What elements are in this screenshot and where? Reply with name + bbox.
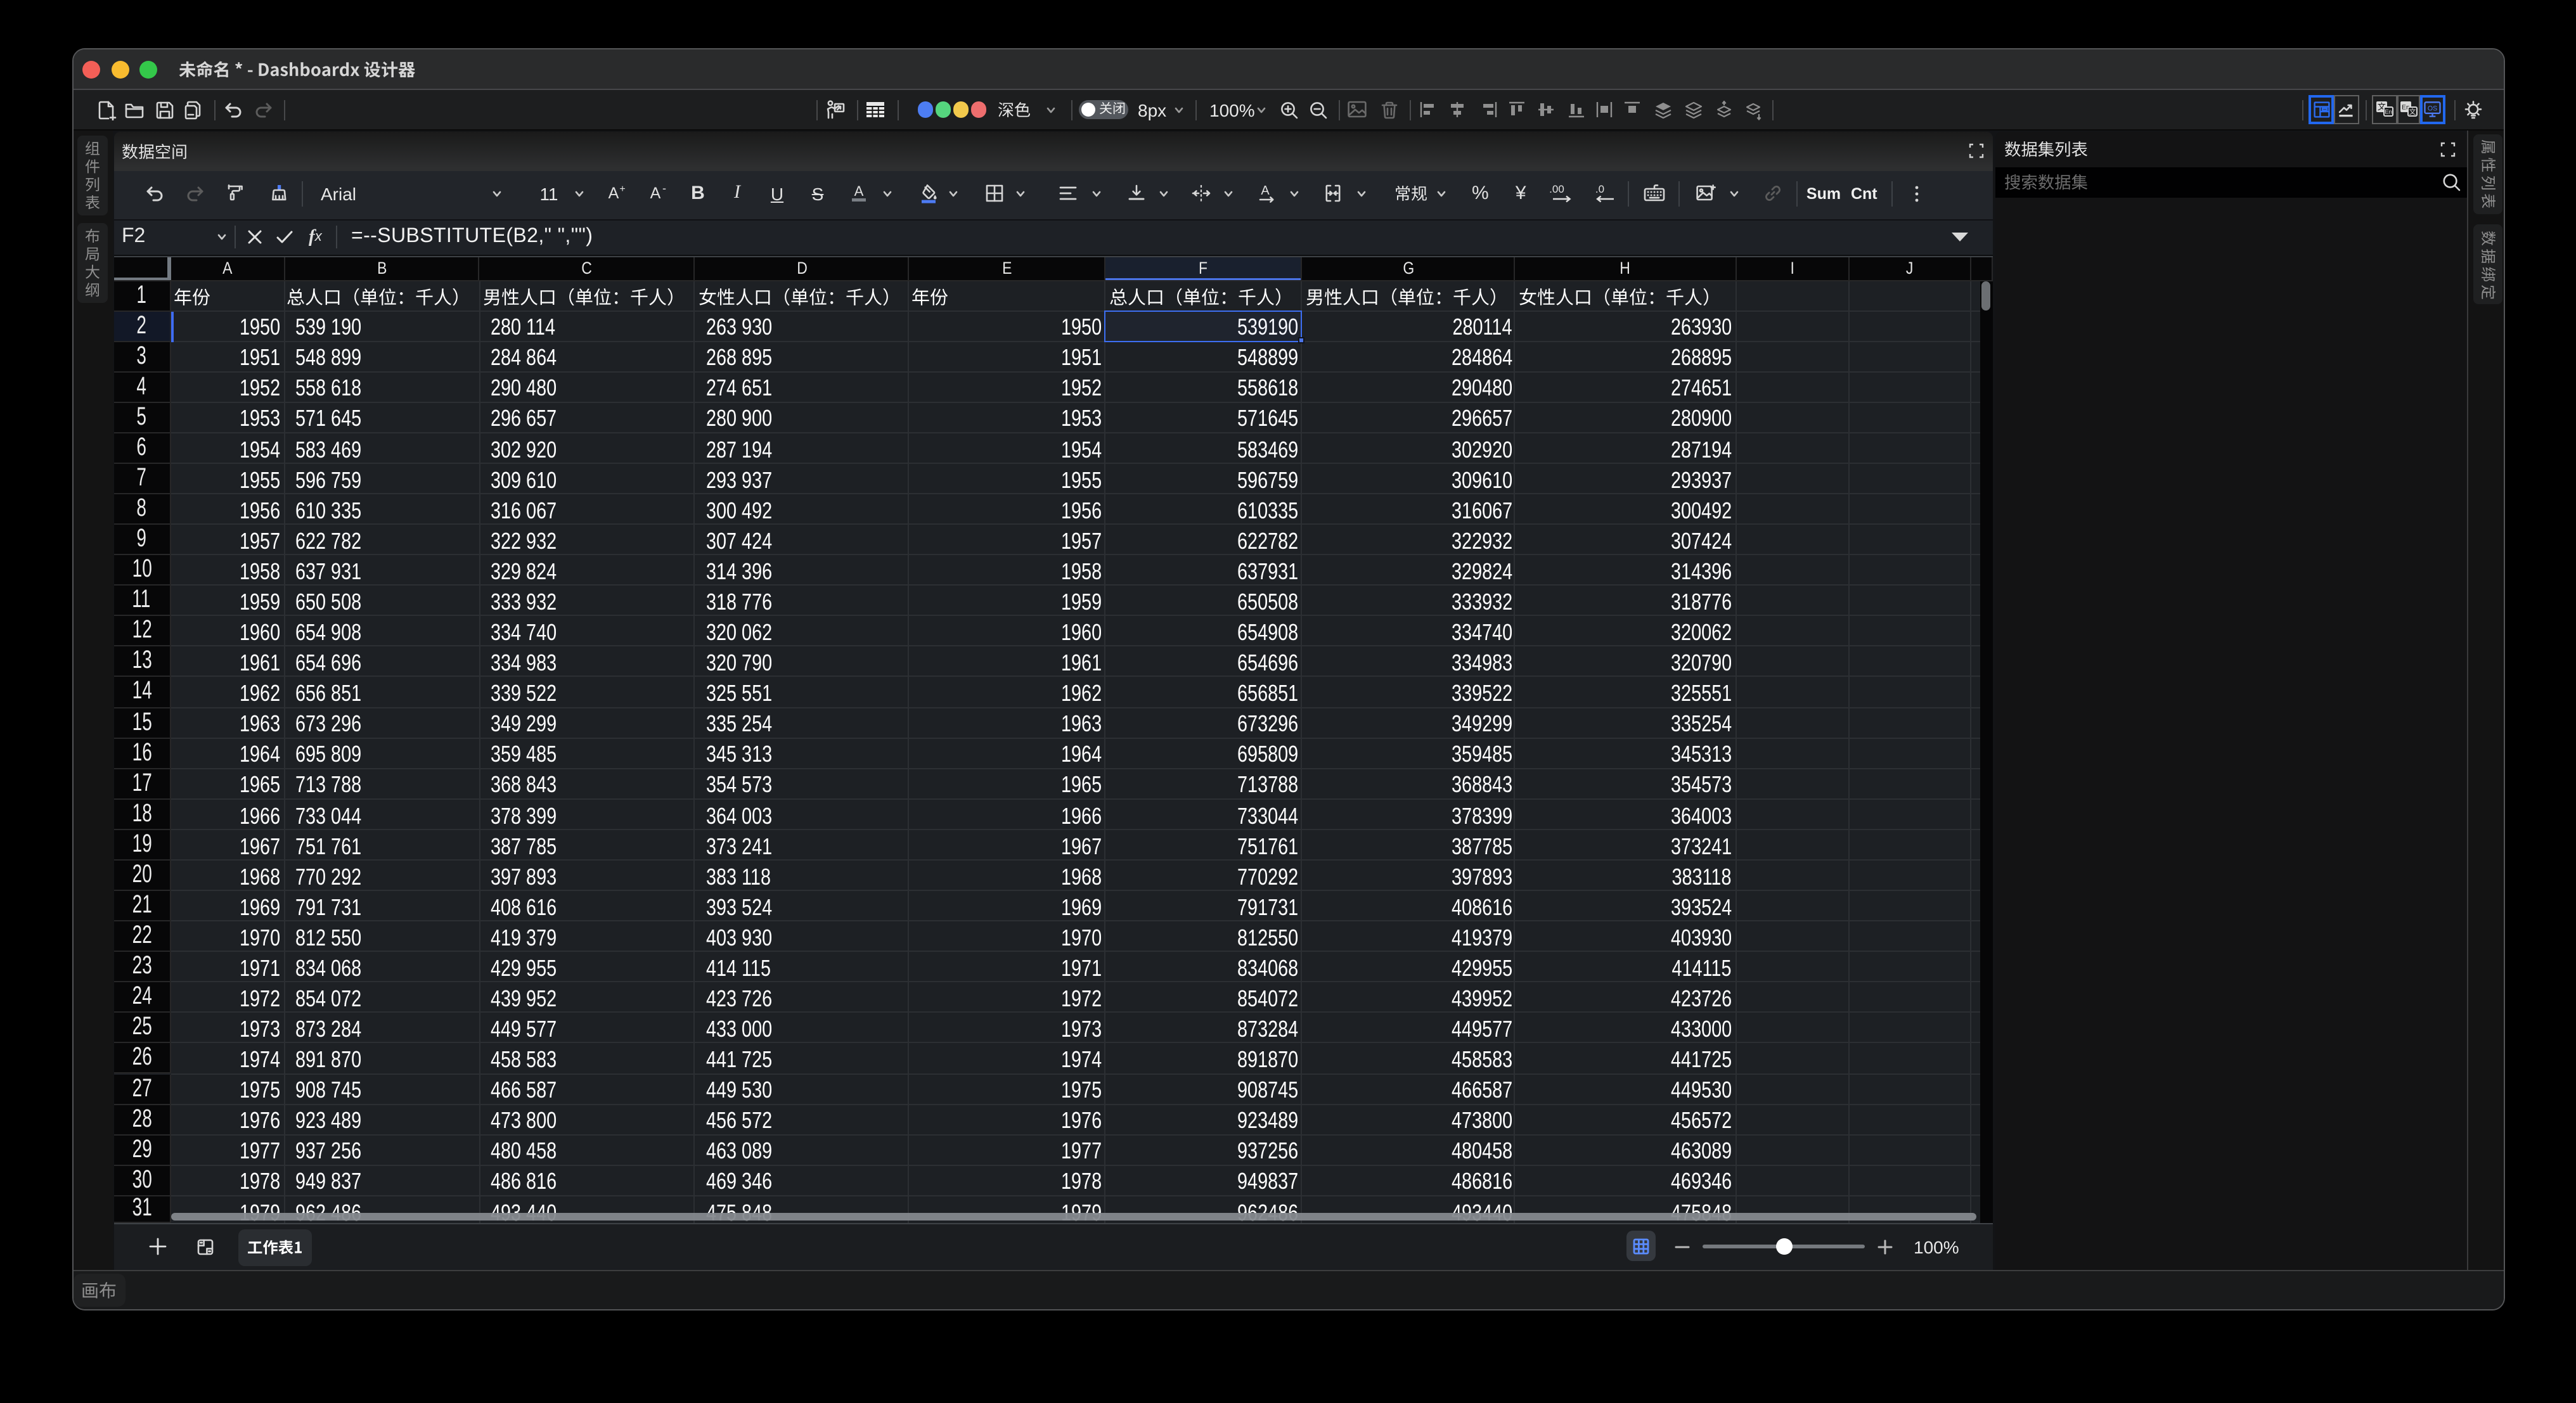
svg-text:A: A [1261, 184, 1270, 198]
svg-text:A: A [854, 183, 863, 199]
svg-text:.0: .0 [1595, 183, 1604, 195]
svg-text:OS: OS [2428, 105, 2437, 113]
svg-text:.00: .00 [1549, 183, 1564, 195]
svg-text:En: En [2385, 110, 2392, 117]
svg-text:A: A [609, 184, 619, 202]
svg-text:A: A [650, 184, 661, 202]
svg-text:文: 文 [2409, 108, 2416, 117]
svg-text:-: - [662, 182, 666, 194]
svg-text:+: + [619, 183, 625, 194]
